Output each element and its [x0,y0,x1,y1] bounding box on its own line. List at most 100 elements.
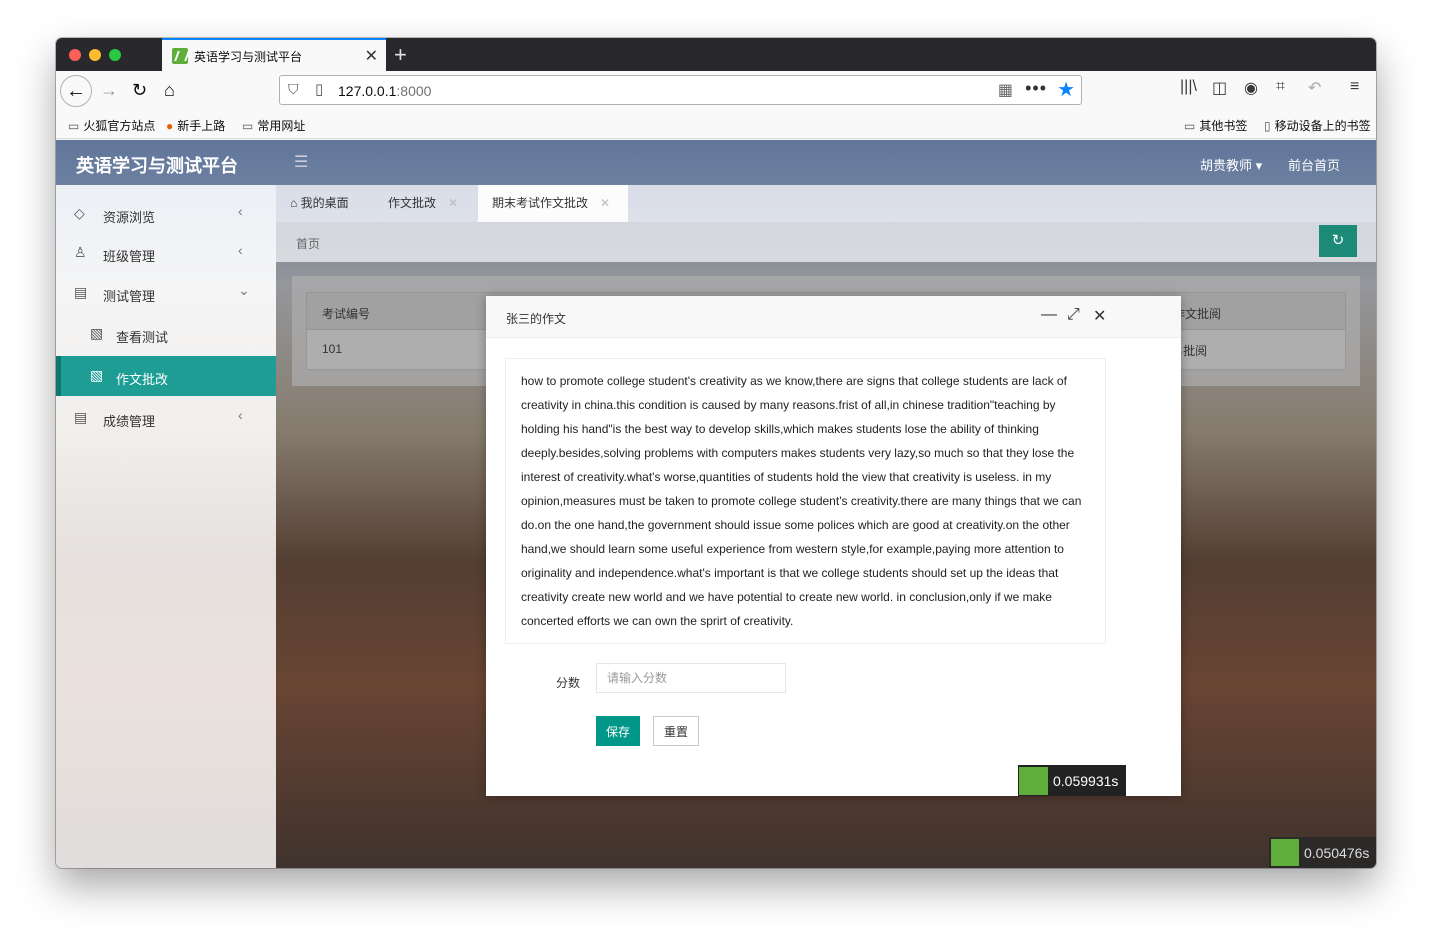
firefox-icon: ● [166,119,174,133]
bookmark-star-icon[interactable]: ★ [1057,77,1075,102]
tab-close-icon[interactable]: ✕ [600,196,610,210]
chevron-down-icon: ⌄ [238,282,250,298]
doc-edit-icon: ▧ [90,325,104,341]
browser-tab-title: 英语学习与测试平台 [194,50,303,64]
new-tab-button[interactable]: + [394,42,407,68]
bookmark-item[interactable]: ▯ 移动设备上的书签 [1264,117,1371,134]
breadcrumb: 首页 ↻ [276,222,1376,262]
sidebar: ◇ 资源浏览 ‹ ♙ 班级管理 ‹ ▤ 测试管理 ⌄ ▧ 查看测试 ▧ 作文批改 [56,185,276,868]
tab-final-exam-essay[interactable]: 期末考试作文批改 ✕ [478,185,628,222]
url-bar[interactable]: ⛉ ▯ 127.0.0.1:8000 ▦ ••• ★ [279,75,1082,105]
navigation-bar: ← → ↻ ⌂ ⛉ ▯ 127.0.0.1:8000 ▦ ••• ★ |||\ … [56,71,1376,111]
screenshot-icon[interactable]: ⌗ [1276,78,1285,96]
modal-title: 张三的作文 [506,312,567,326]
bookmark-label: 常用网址 [257,119,306,133]
page-info-icon[interactable]: ▯ [315,80,323,98]
chevron-left-icon: ‹ [238,407,243,423]
tab-my-desktop[interactable]: ⌂ 我的桌面 [290,185,349,222]
page-actions-icon[interactable]: ••• [1025,78,1047,99]
score-label: 分数 [556,676,581,690]
refresh-button[interactable]: ↻ [1319,225,1357,257]
sidebar-icon[interactable]: ◫ [1212,78,1227,98]
front-page-link[interactable]: 前台首页 [1288,155,1340,174]
perf-time: 0.050476s [1304,845,1370,861]
minimize-icon[interactable]: — [1041,306,1057,324]
app-title: 英语学习与测试平台 [76,156,238,176]
maximize-icon[interactable]: ⤢ [1067,306,1080,324]
close-icon[interactable]: ✕ [1093,306,1106,326]
url-text[interactable]: 127.0.0.1:8000 [338,83,431,99]
menu-icon[interactable]: ≡ [1350,78,1359,96]
tab-label: 我的桌面 [300,196,349,210]
url-port: :8000 [396,83,432,99]
menu-toggle-icon[interactable]: ☰ [294,152,308,172]
tab-close-icon[interactable]: ✕ [365,46,378,66]
sidebar-item-label: 测试管理 [103,289,156,304]
bookmarks-bar: ▭ 火狐官方站点 ● 新手上路 ▭ 常用网址 ▭ 其他书签 ▯ 移动设备上的书签 [56,111,1376,139]
app-header: 英语学习与测试平台 ☰ 胡贵教师 ▾ 前台首页 [56,140,1376,185]
zoom-window-button[interactable] [109,49,121,61]
chevron-left-icon: ‹ [238,242,243,258]
sidebar-item-label: 查看测试 [116,330,169,345]
tab-close-icon[interactable]: ✕ [448,196,458,210]
bookmark-item[interactable]: ▭ 常用网址 [242,117,305,134]
folder-icon: ▭ [242,119,254,133]
sidebar-item-scores[interactable]: ▤ 成绩管理 ‹ [56,398,276,438]
library-icon[interactable]: |||\ [1180,78,1197,96]
reload-button[interactable]: ↻ [132,78,147,102]
undo-icon[interactable]: ↶ [1308,78,1321,98]
account-icon[interactable]: ◉ [1244,78,1258,98]
score-input[interactable] [596,663,786,693]
bookmark-item[interactable]: ● 新手上路 [166,117,225,134]
sidebar-item-view-tests[interactable]: ▧ 查看测试 [56,314,276,354]
back-button[interactable]: ← [60,75,92,107]
perf-logo-icon [1271,839,1299,866]
tab-essay-grading[interactable]: 作文批改 ✕ [388,185,458,222]
sidebar-item-resources[interactable]: ◇ 资源浏览 ‹ [56,194,276,234]
bookmark-label: 火狐官方站点 [83,119,156,133]
folder-icon: ▭ [1184,119,1196,133]
sidebar-item-label: 成绩管理 [103,414,156,429]
chevron-left-icon: ‹ [238,203,243,219]
bookmark-item[interactable]: ▭ 火狐官方站点 [68,117,155,134]
home-icon[interactable]: ⌂ [164,78,175,102]
page-tabs: ⌂ 我的桌面 作文批改 ✕ 期末考试作文批改 ✕ [276,185,1376,222]
reset-button[interactable]: 重置 [653,716,699,746]
perf-logo-icon [1019,767,1048,795]
diamond-icon: ◇ [74,205,85,221]
mobile-icon: ▯ [1264,119,1271,133]
save-button[interactable]: 保存 [596,716,640,746]
caret-down-icon: ▾ [1255,158,1263,173]
user-icon: ♙ [74,244,87,260]
minimize-window-button[interactable] [89,49,101,61]
close-window-button[interactable] [69,49,81,61]
user-menu[interactable]: 胡贵教师 ▾ [1200,155,1262,174]
forward-button[interactable]: → [100,78,118,102]
bookmark-item[interactable]: ▭ 其他书签 [1184,117,1247,134]
doc-edit-icon: ▧ [90,367,104,383]
test-icon: ▤ [74,409,88,425]
bookmark-label: 其他书签 [1199,119,1248,133]
url-host: 127.0.0.1 [338,83,397,99]
test-icon: ▤ [74,284,88,300]
sidebar-item-label: 作文批改 [116,372,169,387]
tracking-shield-icon[interactable]: ⛉ [288,81,299,98]
browser-tab[interactable]: 英语学习与测试平台 ✕ [162,38,386,71]
sidebar-item-label: 资源浏览 [103,210,156,225]
sidebar-item-tests[interactable]: ▤ 测试管理 ⌄ [56,273,276,313]
bookmark-label: 移动设备上的书签 [1274,119,1371,133]
essay-box: how to promote college student's creativ… [506,359,1105,643]
site-favicon-icon [172,48,188,64]
user-name: 胡贵教师 [1200,158,1253,173]
essay-text: how to promote college student's creativ… [521,374,1082,628]
breadcrumb-home[interactable]: 首页 [296,235,320,252]
sidebar-item-classes[interactable]: ♙ 班级管理 ‹ [56,233,276,273]
perf-badge: 0.050476s [1269,837,1376,868]
sidebar-item-label: 班级管理 [103,249,156,264]
modal-header: 张三的作文 — ⤢ ✕ [486,296,1181,338]
sidebar-item-essay-grading[interactable]: ▧ 作文批改 [56,356,276,396]
essay-modal: 张三的作文 — ⤢ ✕ how to promote college stude… [486,296,1181,796]
perf-badge: 0.059931s [1018,765,1126,796]
qr-code-icon[interactable]: ▦ [998,80,1013,100]
browser-window: 英语学习与测试平台 ✕ + ← → ↻ ⌂ ⛉ ▯ 127.0.0.1:8000… [56,38,1376,868]
